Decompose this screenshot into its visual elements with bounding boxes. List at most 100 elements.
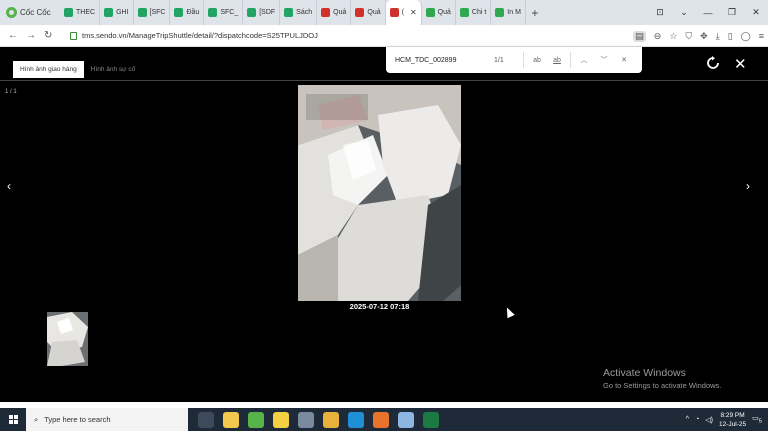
edge-icon[interactable] [348,411,364,428]
tab-favicon-icon [321,8,331,17]
find-separator [523,52,524,68]
tab-favicon-icon [495,8,505,17]
find-separator-2 [570,52,571,68]
tab-favicon-icon [355,8,365,17]
close-viewer-button[interactable]: ✕ [734,55,747,73]
tray-chevron-icon[interactable]: ^ [686,416,689,423]
find-input[interactable]: HCM_TDC_002899 [386,57,494,64]
find-bar: HCM_TDC_002899 1/1 ab ab ︿ ﹀ ✕ [386,47,642,73]
browser-tab[interactable]: In M [491,0,526,25]
browser-toolbar: ← → ↻ tms.sendo.vn/ManageTripShuttle/det… [0,25,768,47]
zoom-icon[interactable]: ⊖ [654,31,662,42]
profile-icon[interactable]: ◯ [741,31,751,42]
navigation-buttons: ← → ↻ [0,30,70,41]
browser-brand[interactable]: Cốc Cốc [0,0,60,25]
image-counter: 1 / 1 [5,89,17,95]
notification-count: 5 [758,418,762,425]
browser-brand-label: Cốc Cốc [20,8,51,17]
browser-tab[interactable]: Sách [280,0,318,25]
tab-delivery-images[interactable]: Hình ảnh giao hàng [13,61,84,78]
tab-favicon-icon [459,8,469,17]
browser-tab[interactable]: [SFC [134,0,171,25]
find-close-icon[interactable]: ✕ [614,56,634,64]
new-tab-button[interactable]: + [526,6,544,20]
taskbar-search-placeholder: Type here to search [44,415,111,424]
find-previous-icon[interactable]: ︿ [574,55,594,65]
viewer-divider [0,80,768,81]
tab-favicon-icon [284,8,294,17]
file-explorer-icon[interactable] [223,411,239,428]
notification-icon[interactable]: ▭5 [752,414,762,424]
tab-label: In M [507,9,521,16]
tab-close-icon[interactable]: ✕ [410,8,417,17]
find-match-count: 1/1 [494,56,504,64]
delivery-photo-image [298,85,461,301]
downloads-icon[interactable]: ⤓ [716,31,720,42]
sticky-notes-icon[interactable] [273,411,289,428]
reader-mode-icon[interactable]: ▤ [633,30,646,42]
browser-tab[interactable]: Chi t [456,0,492,25]
browser-tab[interactable]: GHI [100,0,134,25]
close-window-button[interactable]: ✕ [744,7,768,18]
download-arrow-icon[interactable]: ⌄ [672,7,696,18]
tab-favicon-icon [389,8,399,17]
tab-strip: THEC GHI [SFC Đầu SFC_ [SDF Sách Quả Quả(✕ Quả Chi… [60,0,526,25]
tab-label: ( [401,9,404,16]
tab-label: Sách [296,9,313,16]
url-text: tms.sendo.vn/ManageTripShuttle/detail/?d… [82,31,318,40]
maximize-button[interactable]: ❐ [720,7,744,18]
extensions-icon[interactable]: ✥ [700,31,708,42]
shield-icon[interactable]: ⛉ [685,31,692,42]
start-button[interactable] [0,415,26,424]
excel-icon[interactable] [423,411,439,428]
tab-label: Quả [333,9,347,16]
thumbnail-image [47,312,88,366]
taskbar-search[interactable]: ⌕ Type here to search [26,408,188,431]
tab-label: [SDF [259,9,276,16]
prev-image-button[interactable]: ‹ [7,179,11,193]
watermark-title: Activate Windows [603,367,686,379]
tab-label: GHI [116,9,129,16]
browser-tab[interactable]: Quả [317,0,352,25]
back-arrow-icon[interactable]: ← [8,30,18,41]
browser-tab[interactable]: Quả [351,0,386,25]
bookmark-star-icon[interactable]: ☆ [669,31,677,42]
network-icon[interactable]: ◔ [695,416,699,423]
address-bar[interactable]: tms.sendo.vn/ManageTripShuttle/detail/?d… [70,31,550,40]
browser-tab[interactable]: [SDF [243,0,281,25]
task-view-icon[interactable] [198,411,214,428]
forward-arrow-icon[interactable]: → [26,30,36,41]
coccoc-icon[interactable] [248,411,264,428]
rotate-icon[interactable] [706,56,720,70]
volume-icon[interactable]: ◁) [705,416,713,424]
tab-favicon-icon [104,8,114,17]
find-next-icon[interactable]: ﹀ [594,55,614,65]
menu-icon[interactable]: ≡ [759,31,764,41]
whole-word-button[interactable]: ab [547,57,567,64]
watermark-subtitle: Go to Settings to activate Windows. [603,381,722,390]
viewer-tabs: Hình ảnh giao hàng Hình ảnh sự cố [13,61,142,78]
photo-thumbnail[interactable] [47,312,88,366]
delivery-photo [298,85,461,301]
browser-tab[interactable]: Quả [422,0,456,25]
minimize-button[interactable]: — [696,8,720,18]
screenshot-icon[interactable]: ⊡ [648,7,672,18]
firefox-icon[interactable] [373,411,389,428]
tab-label: [SFC [149,9,166,16]
notepad-icon[interactable] [398,411,414,428]
coccoc-alt-icon[interactable] [298,411,314,428]
sidebar-icon[interactable]: ▯ [728,31,733,42]
browser-tab[interactable]: SFC_ [204,0,244,25]
tab-favicon-icon [64,8,73,17]
taskbar-clock[interactable]: 8:29 PM 12-Jul-25 [719,411,746,429]
browser-tab[interactable]: THEC [60,0,101,25]
tab-incident-images[interactable]: Hình ảnh sự cố [84,61,142,78]
browser-tab[interactable]: Đầu [170,0,205,25]
browser-tab[interactable]: (✕ [385,0,422,25]
next-image-button[interactable]: › [746,179,750,193]
reload-icon[interactable]: ↻ [44,30,52,41]
chrome-icon[interactable] [323,411,339,428]
browser-tab-bar: Cốc Cốc THEC GHI [SFC Đầu SFC_ [SDF Sách Quả Quả… [0,0,768,25]
lock-icon [70,31,77,40]
match-case-button[interactable]: ab [527,57,547,64]
